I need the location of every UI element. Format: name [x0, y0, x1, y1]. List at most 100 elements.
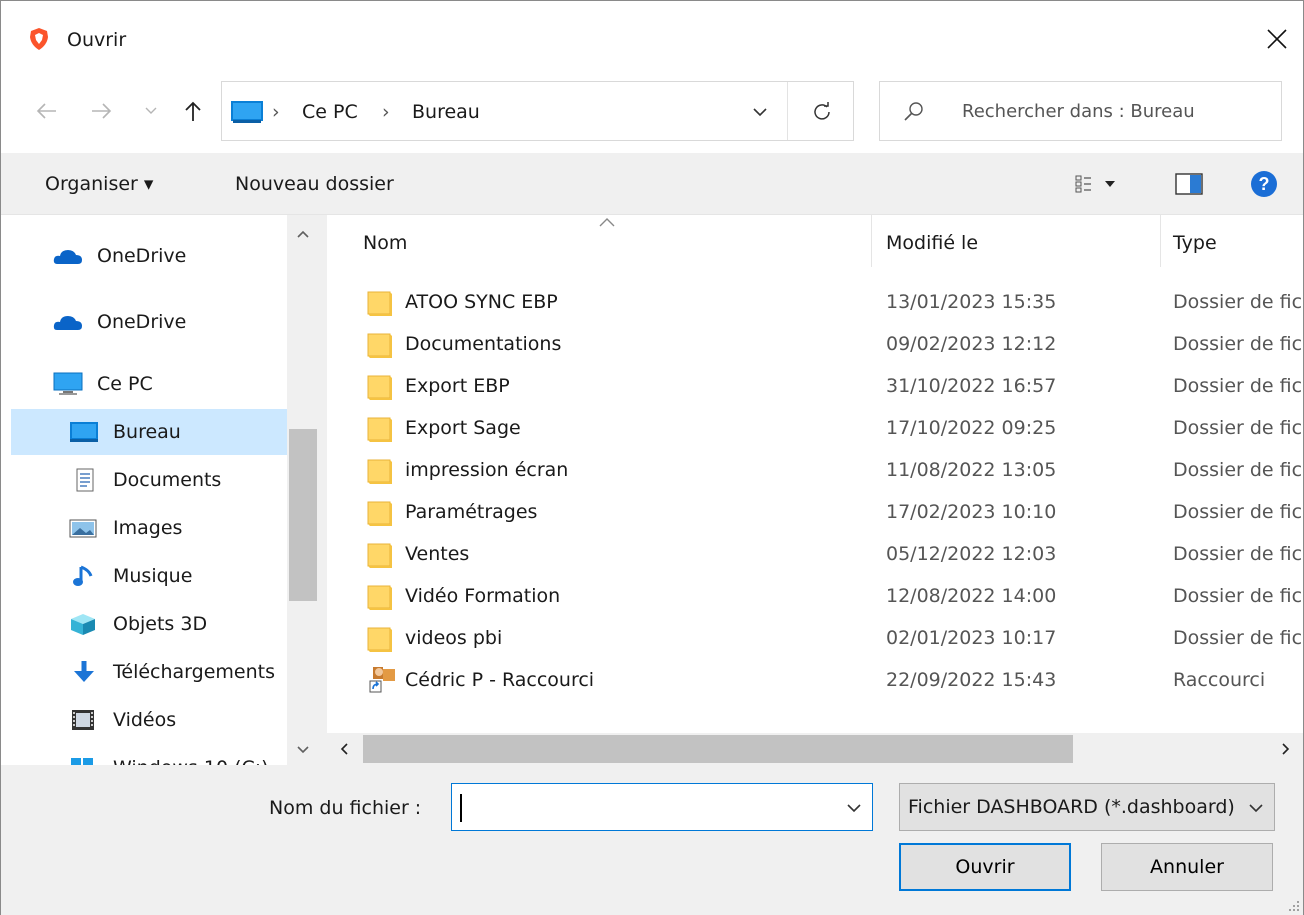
sidebar-item-label: Ce PC [97, 373, 153, 395]
table-row[interactable]: Export Sage 17/10/2022 09:25 Dossier de fi… [345, 407, 1303, 449]
preview-pane-icon [1175, 173, 1203, 195]
open-button[interactable]: Ouvrir [899, 843, 1071, 891]
cube-icon [71, 614, 95, 635]
forward-button[interactable] [81, 93, 121, 129]
navigation-pane: OneDrive OneDrive Ce PC Bureau Documents… [1, 215, 319, 765]
file-name: Vidéo Formation [405, 585, 561, 607]
breadcrumb-separator: › [272, 101, 280, 123]
help-icon: ? [1251, 171, 1277, 197]
table-row[interactable]: videos pbi 02/01/2023 10:17 Dossier de fic… [345, 617, 1303, 659]
command-bar: Organiser ▾ Nouveau dossier ? [1, 153, 1303, 215]
organize-menu[interactable]: Organiser ▾ [45, 171, 153, 197]
file-modified-date: 11/08/2022 13:05 [886, 459, 1057, 481]
filename-input[interactable] [460, 793, 830, 821]
sidebar-item-onedrive[interactable]: OneDrive [11, 299, 287, 345]
cancel-button[interactable]: Annuler [1101, 843, 1273, 891]
file-list-scrollbar[interactable] [327, 733, 1303, 765]
chevron-down-icon [847, 803, 861, 812]
filename-dropdown-button[interactable] [838, 793, 870, 823]
details-view-icon [1075, 175, 1115, 193]
column-header-type[interactable]: Type [1161, 215, 1303, 267]
table-row[interactable]: Documentations 09/02/2023 12:12 Dossier de… [345, 323, 1303, 365]
sidebar-item-telechargements[interactable]: Téléchargements [11, 649, 287, 695]
file-name: videos pbi [405, 627, 503, 649]
file-type: Dossier de fichiers [1173, 627, 1303, 649]
table-row[interactable]: Paramétrages 17/02/2023 10:10 Dossier de f… [345, 491, 1303, 533]
help-button[interactable]: ? [1246, 168, 1282, 200]
refresh-button[interactable] [802, 96, 842, 128]
desktop-icon [231, 101, 263, 123]
file-name: Ventes [405, 543, 470, 565]
address-bar[interactable]: › Ce PC › Bureau [221, 81, 854, 141]
file-type: Raccourci [1173, 669, 1266, 691]
sidebar-item-objets-3d[interactable]: Objets 3D [11, 601, 287, 647]
scrollbar-thumb[interactable] [363, 735, 1073, 763]
close-icon [1267, 29, 1287, 49]
open-file-dialog: Ouvrir › Ce PC › Bureau Rechercher dans … [0, 0, 1304, 915]
drive-icon [71, 758, 93, 765]
cloud-icon [53, 316, 82, 330]
close-button[interactable] [1253, 15, 1301, 63]
sidebar-item-images[interactable]: Images [11, 505, 287, 551]
address-dropdown-button[interactable] [742, 96, 778, 128]
sidebar-item-onedrive[interactable]: OneDrive [11, 233, 287, 279]
navigation-pane-scrollbar[interactable] [287, 215, 319, 765]
text-caret [460, 794, 462, 822]
breadcrumb-ce-pc[interactable]: Ce PC [302, 99, 358, 125]
video-icon [72, 710, 94, 730]
preview-pane-button[interactable] [1171, 168, 1207, 200]
file-name: ATOO SYNC EBP [405, 291, 558, 313]
sidebar-item-bureau[interactable]: Bureau [11, 409, 287, 455]
table-row[interactable]: ATOO SYNC EBP 13/01/2023 15:35 Dossier de … [345, 281, 1303, 323]
scrollbar-thumb[interactable] [289, 429, 317, 601]
chevron-down-icon [1249, 803, 1263, 812]
table-row[interactable]: Cédric P - Raccourci 22/09/2022 15:43 Racc… [345, 659, 1303, 701]
refresh-icon [814, 102, 830, 120]
column-header-modified[interactable]: Modifié le [872, 215, 1160, 267]
up-button[interactable] [173, 93, 213, 129]
file-type: Dossier de fichiers [1173, 417, 1303, 439]
view-options-button[interactable] [1061, 168, 1133, 200]
file-type: Dossier de fichiers [1173, 333, 1303, 355]
chevron-down-icon [145, 107, 157, 114]
back-button[interactable] [27, 93, 67, 129]
filetype-dropdown-arrow [1244, 796, 1268, 820]
file-modified-date: 05/12/2022 12:03 [886, 543, 1057, 565]
documents-icon [76, 468, 94, 492]
folder-icon [367, 413, 393, 443]
scroll-left-button[interactable] [327, 733, 361, 765]
folder-icon [367, 287, 393, 317]
sidebar-item-ce-pc[interactable]: Ce PC [11, 361, 287, 407]
scroll-down-button[interactable] [287, 735, 319, 765]
sidebar-item-musique[interactable]: Musique [11, 553, 287, 599]
table-row[interactable]: Export EBP 31/10/2022 16:57 Dossier de fic… [345, 365, 1303, 407]
filetype-select[interactable]: Fichier DASHBOARD (*.dashboard) [899, 783, 1275, 831]
sidebar-item-label: Documents [113, 469, 222, 491]
table-row[interactable]: Ventes 05/12/2022 12:03 Dossier de fichier… [345, 533, 1303, 575]
column-header-label: Modifié le [886, 232, 979, 254]
scroll-up-button[interactable] [287, 219, 319, 249]
sidebar-item-label: Vidéos [113, 709, 177, 731]
table-row[interactable]: Vidéo Formation 12/08/2022 14:00 Dossier d… [345, 575, 1303, 617]
sidebar-item-label: Images [113, 517, 183, 539]
file-modified-date: 17/10/2022 09:25 [886, 417, 1057, 439]
column-header-name[interactable]: Nom [327, 215, 871, 267]
new-folder-button[interactable]: Nouveau dossier [235, 171, 394, 197]
chevron-left-icon [340, 743, 348, 755]
sidebar-item-drive-c[interactable]: Windows 10 (C:) [11, 745, 287, 765]
navigation-bar: › Ce PC › Bureau Rechercher dans : Burea… [1, 79, 1303, 153]
svg-text:?: ? [1259, 174, 1270, 194]
filename-combobox[interactable] [451, 783, 873, 831]
file-type: Dossier de fichiers [1173, 291, 1303, 313]
resize-grip-icon[interactable] [1285, 897, 1301, 913]
file-type: Dossier de fichiers [1173, 543, 1303, 565]
file-name: impression écran [405, 459, 569, 481]
sidebar-item-documents[interactable]: Documents [11, 457, 287, 503]
search-box[interactable]: Rechercher dans : Bureau [879, 81, 1282, 141]
scroll-right-button[interactable] [1269, 733, 1303, 765]
breadcrumb-bureau[interactable]: Bureau [412, 99, 480, 125]
table-row[interactable]: impression écran 11/08/2022 13:05 Dossier … [345, 449, 1303, 491]
recent-locations-button[interactable] [139, 93, 163, 129]
arrow-right-icon [92, 103, 112, 119]
sidebar-item-videos[interactable]: Vidéos [11, 697, 287, 743]
